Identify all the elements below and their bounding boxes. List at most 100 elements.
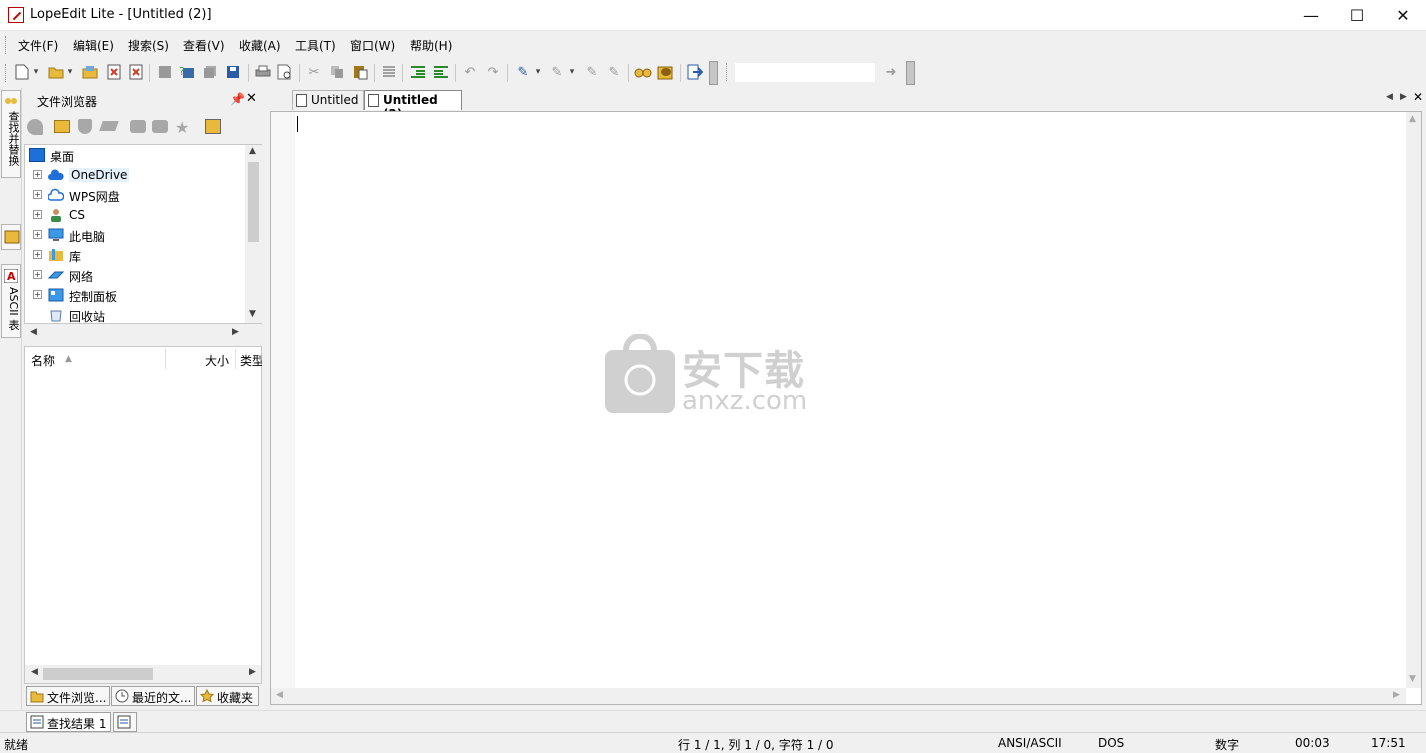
column-size-header[interactable]: 大小 (205, 352, 229, 369)
search-go-icon[interactable]: ➜ (882, 63, 900, 81)
tab-recent-files[interactable]: 最近的文... (111, 686, 195, 706)
tree-item-control-panel[interactable]: + 控制面板 (25, 285, 245, 305)
tree-item-recycle-bin[interactable]: 回收站 (25, 305, 245, 325)
back-icon[interactable] (27, 119, 43, 135)
save-as-icon[interactable]: ? (178, 63, 196, 81)
editor-vscrollbar[interactable]: ▲ ▼ (1406, 112, 1421, 688)
scroll-thumb[interactable] (248, 162, 259, 242)
folder-open-icon[interactable] (130, 120, 146, 133)
tree-hscrollbar[interactable]: ◀ ▶ (24, 325, 262, 342)
toolbar-overflow-button[interactable] (709, 61, 718, 85)
align-text-icon[interactable] (380, 63, 398, 81)
indent-icon[interactable] (409, 63, 427, 81)
tab-file-browser[interactable]: 文件浏览... (26, 686, 110, 706)
status-line-endings[interactable]: DOS (1098, 736, 1124, 750)
shield-icon[interactable] (78, 119, 92, 134)
search-combo-input[interactable] (734, 62, 876, 83)
find-in-files-icon[interactable] (657, 63, 675, 81)
expand-icon[interactable]: + (33, 190, 42, 199)
save-disabled-icon[interactable] (156, 63, 174, 81)
tree-item-this-pc[interactable]: + 此电脑 (25, 225, 245, 245)
scroll-down-icon[interactable]: ▼ (249, 309, 256, 319)
status-encoding[interactable]: ANSI/ASCII (998, 736, 1062, 750)
column-type-header[interactable]: 类型 (240, 352, 262, 369)
prev-marker-icon[interactable]: ✎ (583, 63, 601, 81)
tree-item-network[interactable]: + 网络 (25, 265, 245, 285)
close-file-icon[interactable] (105, 63, 123, 81)
menu-tools[interactable]: 工具(T) (295, 37, 336, 54)
tab-find-results[interactable]: 查找结果 1 (26, 712, 111, 732)
highlight-icon[interactable]: ✎ (514, 63, 532, 81)
ascii-table-side-tab[interactable]: A ASCII 表 (1, 264, 21, 338)
scroll-left-icon[interactable]: ◀ (31, 667, 38, 677)
scroll-left-icon[interactable]: ◀ (276, 690, 283, 700)
editor-hscrollbar[interactable]: ◀ ▶ (271, 688, 1406, 704)
panel-close-icon[interactable]: ✕ (246, 91, 257, 106)
scroll-right-icon[interactable]: ▶ (1393, 690, 1400, 700)
save-all-disabled-icon[interactable] (201, 63, 219, 81)
star-icon[interactable]: ★ (175, 118, 189, 137)
expand-icon[interactable]: + (33, 250, 42, 259)
open-dropdown-icon[interactable]: ▾ (65, 63, 75, 81)
tree-item-desktop[interactable]: 桌面 (25, 145, 245, 165)
tree-item-wps-drive[interactable]: + WPS网盘 (25, 185, 245, 205)
column-name-header[interactable]: 名称 (31, 352, 55, 369)
maximize-button[interactable]: ☐ (1334, 0, 1380, 31)
scroll-up-icon[interactable]: ▲ (249, 146, 256, 156)
scroll-up-icon[interactable]: ▲ (1409, 114, 1416, 124)
menu-window[interactable]: 窗口(W) (350, 37, 395, 54)
tab-untitled[interactable]: Untitled (292, 90, 364, 110)
print-preview-icon[interactable] (276, 63, 294, 81)
menu-favorites[interactable]: 收藏(A) (239, 37, 281, 54)
new-file-icon[interactable] (13, 63, 31, 81)
column-divider[interactable] (165, 349, 166, 369)
goto-icon[interactable] (686, 63, 704, 81)
scroll-left-icon[interactable]: ◀ (30, 327, 37, 337)
tab-find-results-2[interactable] (113, 712, 137, 732)
tab-scroll-right-icon[interactable]: ▶ (1400, 92, 1407, 102)
find-icon[interactable] (634, 63, 652, 81)
folder-options-icon[interactable] (205, 119, 221, 134)
tab-untitled-2[interactable]: Untitled (2) (364, 90, 462, 121)
filelist-hscrollbar[interactable]: ◀ ▶ (25, 665, 261, 683)
menu-help[interactable]: 帮助(H) (410, 37, 452, 54)
menu-file[interactable]: 文件(F) (18, 37, 58, 54)
menu-view[interactable]: 查看(V) (183, 37, 225, 54)
tree-vscrollbar[interactable]: ▲ ▼ (245, 145, 262, 323)
tab-scroll-left-icon[interactable]: ◀ (1386, 92, 1393, 102)
paste-icon[interactable] (351, 63, 369, 81)
menu-edit[interactable]: 编辑(E) (73, 37, 114, 54)
outdent-icon[interactable] (432, 63, 450, 81)
open-folder-icon[interactable] (47, 63, 65, 81)
cut-icon[interactable]: ✂ (305, 63, 323, 81)
find-replace-side-tab[interactable]: 查找并替换 (1, 90, 21, 178)
expand-icon[interactable]: + (33, 170, 42, 179)
folder-up-icon[interactable] (54, 120, 70, 133)
save-disk-icon[interactable] (224, 63, 242, 81)
print-icon[interactable] (254, 63, 272, 81)
column-divider[interactable] (235, 349, 236, 369)
pin-icon[interactable]: 📌 (230, 92, 245, 106)
new-dropdown-icon[interactable]: ▾ (31, 63, 41, 81)
menu-search[interactable]: 搜索(S) (128, 37, 169, 54)
minimize-button[interactable]: — (1288, 0, 1334, 31)
expand-icon[interactable]: + (33, 290, 42, 299)
scroll-down-icon[interactable]: ▼ (1409, 674, 1416, 684)
folder-sync-icon[interactable] (152, 120, 168, 133)
undo-icon[interactable]: ↶ (461, 63, 479, 81)
folder-new-icon[interactable] (99, 121, 119, 131)
tree-item-user[interactable]: + CS (25, 205, 245, 225)
close-all-icon[interactable] (127, 63, 145, 81)
copy-icon[interactable] (328, 63, 346, 81)
highlight-dropdown-icon[interactable]: ▾ (533, 63, 543, 81)
tree-item-library[interactable]: + 库 (25, 245, 245, 265)
toolbar2-overflow-button[interactable] (906, 61, 915, 85)
file-list[interactable]: 名称 ▲ 大小 类型 ◀ ▶ (24, 346, 262, 684)
tree-item-onedrive[interactable]: + OneDrive (25, 165, 245, 185)
folder-tree[interactable]: 桌面 + OneDrive + WPS网盘 + CS + 此电脑 + 库 + 网… (24, 144, 262, 324)
open-project-icon[interactable] (81, 63, 99, 81)
close-document-icon[interactable]: ✕ (1413, 90, 1423, 104)
tab-favorites[interactable]: 收藏夹 (196, 686, 259, 706)
scroll-right-icon[interactable]: ▶ (249, 667, 256, 677)
redo-icon[interactable]: ↷ (484, 63, 502, 81)
